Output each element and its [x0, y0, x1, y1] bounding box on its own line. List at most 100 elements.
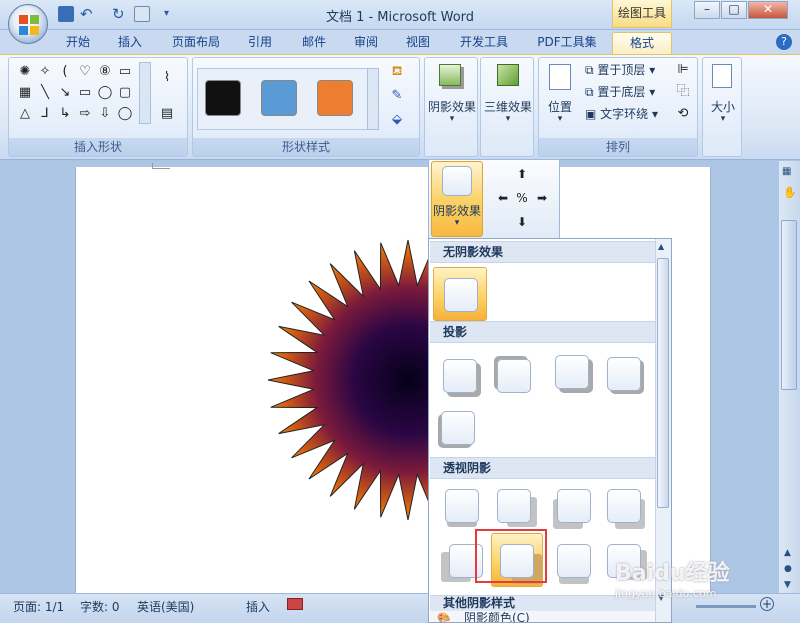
change-shape-icon[interactable]: ⬙ [389, 112, 405, 128]
triangle-shape-icon[interactable]: △ [17, 106, 33, 122]
perspective-shadow-7[interactable] [557, 544, 591, 578]
position-icon[interactable] [549, 64, 571, 90]
oval-shape-icon[interactable]: ◯ [97, 85, 113, 101]
group-icon[interactable]: ⿻ [675, 84, 691, 100]
nudge-shadow-right-icon[interactable]: ➡ [534, 190, 550, 206]
octagon-shape-icon[interactable]: ⑧ [97, 64, 113, 80]
3d-effects-button-label[interactable]: 三维效果 [481, 98, 535, 115]
text-wrapping-row[interactable]: ▣ 文字环绕 ▾ [585, 104, 658, 124]
arrow-line-shape-icon[interactable]: ↘ [57, 85, 73, 101]
send-to-back-row[interactable]: ⧉ 置于底层 ▾ [585, 82, 655, 102]
bracket-shape-icon[interactable]: ( [57, 64, 73, 80]
shape-styles-label: 形状样式 [193, 138, 419, 156]
tab-home[interactable]: 开始 [58, 32, 98, 54]
perspective-shadow-4[interactable] [607, 489, 641, 523]
tab-insert[interactable]: 插入 [110, 32, 150, 54]
margin-mark [152, 163, 170, 169]
pan-hand-icon[interactable]: ✋ [783, 186, 797, 199]
office-logo-icon [19, 15, 39, 35]
callout-shape-icon[interactable]: ◯ [117, 106, 133, 122]
tab-developer[interactable]: 开发工具 [452, 32, 516, 54]
tab-format[interactable]: 格式 [612, 32, 672, 54]
shadow-color-menu-item[interactable]: 阴影颜色(C) [430, 611, 656, 622]
help-icon[interactable]: ? [776, 34, 792, 50]
ruler-toggle-icon[interactable]: ▦ [782, 166, 791, 177]
status-word-count[interactable]: 字数: 0 [80, 598, 120, 615]
status-page[interactable]: 页面: 1/1 [13, 598, 64, 615]
shape-fill-icon[interactable]: ⛾ [389, 64, 405, 80]
tab-pdf-tools[interactable]: PDF工具集 [530, 32, 604, 54]
shapes-gallery-scroll[interactable] [139, 62, 151, 124]
position-dropdown-icon[interactable]: ▾ [539, 114, 581, 124]
status-language[interactable]: 英语(美国) [137, 598, 194, 615]
shadow-effects-button-label[interactable]: 阴影效果 [425, 98, 479, 115]
down-arrow-shape-icon[interactable]: ⇩ [97, 106, 113, 122]
shadow-effects-dropdown-icon[interactable]: ▾ [425, 114, 479, 124]
rotate-icon[interactable]: ⟲ [675, 106, 691, 122]
zoom-slider[interactable] [696, 605, 756, 608]
shadow-effects-group: 阴影效果 ▾ [424, 57, 478, 157]
vertical-scroll-thumb[interactable] [781, 220, 797, 390]
no-shadow-item[interactable] [433, 267, 487, 321]
table-shape-icon[interactable]: ▦ [17, 85, 33, 101]
rounded-rect-shape-icon[interactable]: ▢ [117, 85, 133, 101]
baidu-watermark: Baidu经验 jingyan.baidu.com [615, 555, 790, 605]
edit-points-icon[interactable]: ⌇ [159, 70, 175, 86]
drop-shadow-5[interactable] [441, 411, 475, 445]
shape-style-blue[interactable] [261, 80, 297, 116]
perspective-shadow-2[interactable] [497, 489, 531, 523]
shape-style-orange[interactable] [317, 80, 353, 116]
minimize-button[interactable]: – [694, 1, 720, 19]
gallery-scroll-thumb[interactable] [657, 258, 669, 508]
tab-mailings[interactable]: 邮件 [294, 32, 334, 54]
nudge-shadow-down-icon[interactable]: ⬇ [514, 214, 530, 230]
elbow-arrow-shape-icon[interactable]: ↳ [57, 106, 73, 122]
textbox-shape-icon[interactable]: ▭ [117, 64, 133, 80]
arrange-label: 排列 [539, 138, 697, 156]
maximize-button[interactable]: □ [721, 1, 747, 19]
line-shape-icon[interactable]: ╲ [37, 85, 53, 101]
perspective-shadow-3[interactable] [557, 489, 591, 523]
tab-view[interactable]: 视图 [398, 32, 438, 54]
position-button-label[interactable]: 位置 [539, 98, 581, 115]
shadow-effects-dropdown-button[interactable]: 阴影效果 ▾ [431, 161, 483, 237]
elbow-connector-shape-icon[interactable]: ⅃ [37, 106, 53, 122]
right-arrow-shape-icon[interactable]: ⇨ [77, 106, 93, 122]
tab-page-layout[interactable]: 页面布局 [165, 32, 227, 54]
tab-references[interactable]: 引用 [240, 32, 280, 54]
nudge-shadow-up-icon[interactable]: ⬆ [514, 166, 530, 182]
heart-shape-icon[interactable]: ♡ [77, 64, 93, 80]
shadow-on-off-icon[interactable]: % [514, 190, 530, 206]
shadow-effects-icon[interactable] [439, 64, 461, 86]
size-dropdown-icon[interactable]: ▾ [703, 114, 743, 124]
star-shape-icon[interactable]: ✧ [37, 64, 53, 80]
3d-effects-icon[interactable] [497, 64, 519, 86]
shadow-preview-icon [442, 166, 472, 196]
office-button[interactable] [8, 4, 48, 44]
draw-textbox-icon[interactable]: ▤ [159, 106, 175, 122]
drop-shadow-1[interactable] [443, 359, 477, 393]
tab-review[interactable]: 审阅 [346, 32, 386, 54]
align-icon[interactable]: ⊫ [675, 62, 691, 78]
nudge-shadow-left-icon[interactable]: ⬅ [495, 190, 511, 206]
star-burst-shape-icon[interactable]: ✺ [17, 64, 33, 80]
section-drop-shadow: 投影 [430, 321, 656, 343]
size-icon[interactable] [712, 64, 732, 88]
perspective-shadow-1[interactable] [445, 489, 479, 523]
bring-to-front-label: 置于顶层 [597, 63, 646, 77]
gallery-scroll-up-icon[interactable]: ▲ [658, 242, 664, 251]
status-insert-mode[interactable]: 插入 [246, 598, 270, 615]
drop-shadow-2[interactable] [497, 359, 531, 393]
drop-shadow-3[interactable] [555, 355, 589, 389]
rectangle-shape-icon[interactable]: ▭ [77, 85, 93, 101]
3d-effects-dropdown-icon[interactable]: ▾ [481, 114, 535, 124]
size-button-label[interactable]: 大小 [703, 98, 743, 115]
watermark-text: Baidu经验 [615, 561, 730, 586]
close-button[interactable]: ✕ [748, 1, 788, 19]
shape-styles-scroll[interactable] [367, 68, 379, 130]
drop-shadow-4[interactable] [607, 357, 641, 391]
shape-style-black[interactable] [205, 80, 241, 116]
bring-to-front-row[interactable]: ⧉ 置于顶层 ▾ [585, 60, 655, 80]
shape-outline-icon[interactable]: ✎ [389, 88, 405, 104]
macro-record-icon[interactable] [287, 598, 303, 610]
